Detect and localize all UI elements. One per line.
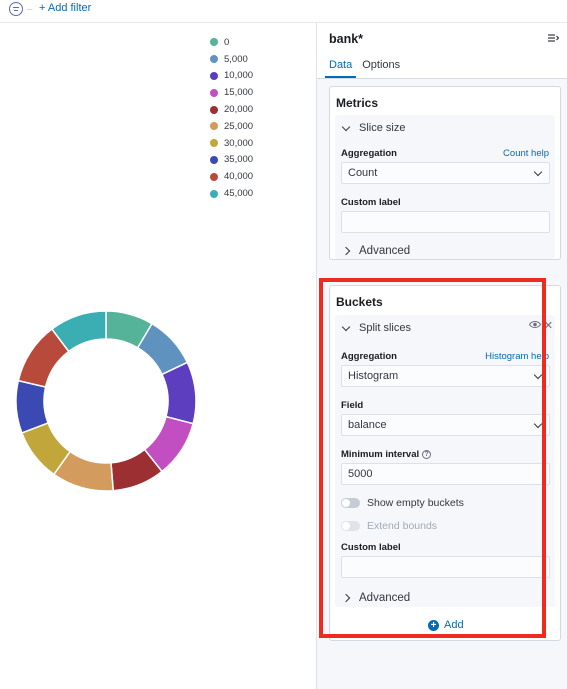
legend-item[interactable]: 45,000 xyxy=(210,185,253,202)
advanced-label: Advanced xyxy=(359,592,411,604)
legend-label: 30,000 xyxy=(224,137,254,149)
chevron-down-icon xyxy=(533,167,543,177)
legend-label: 5,000 xyxy=(224,53,248,65)
custom-label-label: Custom label xyxy=(341,197,401,208)
legend-item[interactable]: 20,000 xyxy=(210,101,253,118)
legend-item[interactable]: 5,000 xyxy=(210,51,253,68)
donut-slice-35000[interactable] xyxy=(15,379,49,434)
visualization-area: 0 5,000 10,000 15,000 20,000 25,000 30,000 35,0… xyxy=(0,23,316,689)
advanced-toggle[interactable]: Advanced xyxy=(341,592,411,604)
legend-color-dot xyxy=(210,122,218,131)
legend-color-dot xyxy=(210,189,218,198)
legend-color-dot xyxy=(210,38,218,47)
legend-label: 20,000 xyxy=(224,104,254,116)
chevron-down-icon xyxy=(341,322,351,331)
split-slices-title: Split slices xyxy=(359,322,411,334)
index-pattern-title: bank* xyxy=(329,32,364,46)
slice-size-title: Slice size xyxy=(359,122,406,134)
filter-bar: – + Add filter xyxy=(0,0,567,22)
count-help-link[interactable]: Count help xyxy=(503,148,549,159)
add-button[interactable]: + Add xyxy=(428,619,464,631)
slice-size-toggle[interactable]: Slice size xyxy=(341,122,406,134)
tab-options[interactable]: Options xyxy=(358,57,404,78)
donut-slice-10000[interactable] xyxy=(161,361,197,425)
legend-color-dot xyxy=(210,105,218,114)
legend-color-dot xyxy=(210,172,218,181)
advanced-label: Advanced xyxy=(359,245,411,257)
filter-separator: – xyxy=(27,4,33,15)
slice-size-agg: Slice size Aggregation Count help Count … xyxy=(335,115,555,259)
show-empty-buckets-toggle[interactable]: Show empty buckets xyxy=(341,497,464,509)
min-interval-text: Minimum interval xyxy=(341,449,420,460)
show-empty-buckets-label: Show empty buckets xyxy=(367,497,464,509)
tabs-underline xyxy=(317,78,567,79)
donut-chart xyxy=(15,310,197,492)
legend-label: 0 xyxy=(224,36,230,48)
plus-circle-icon: + xyxy=(428,619,439,631)
eye-icon[interactable] xyxy=(529,320,541,329)
metrics-panel: Metrics Slice size Aggregation Count hel… xyxy=(329,86,561,260)
chevron-down-icon xyxy=(341,122,351,131)
aggregation-value: Histogram xyxy=(348,370,399,382)
aggregation-select[interactable]: Count xyxy=(341,162,550,184)
legend-color-dot xyxy=(210,139,218,148)
legend-color-dot xyxy=(210,55,218,64)
chevron-down-icon xyxy=(533,419,543,429)
custom-label-input[interactable] xyxy=(341,211,550,233)
filter-icon[interactable] xyxy=(9,2,23,16)
legend-color-dot xyxy=(210,88,218,97)
close-icon[interactable]: ✕ xyxy=(544,319,553,332)
switch-icon xyxy=(341,498,360,508)
legend-item[interactable]: 40,000 xyxy=(210,168,253,185)
chevron-right-icon xyxy=(341,246,351,256)
custom-label-input[interactable] xyxy=(341,556,550,578)
legend-item[interactable]: 35,000 xyxy=(210,152,253,169)
legend-label: 45,000 xyxy=(224,188,254,200)
legend-color-dot xyxy=(210,71,218,80)
chart-legend: 0 5,000 10,000 15,000 20,000 25,000 30,000 35,0… xyxy=(210,34,253,202)
histogram-help-link[interactable]: Histogram help xyxy=(485,351,549,362)
legend-label: 40,000 xyxy=(224,171,254,183)
buckets-panel: Buckets Split slices ✕ Aggregation Histo… xyxy=(329,285,561,641)
sidebar-tabs: Data Options xyxy=(325,57,406,78)
legend-color-dot xyxy=(210,155,218,164)
min-interval-label: Minimum interval? xyxy=(341,449,432,460)
collapse-sidebar-icon[interactable] xyxy=(548,33,559,43)
legend-item[interactable]: 10,000 xyxy=(210,68,253,85)
legend-label: 35,000 xyxy=(224,154,254,166)
field-label: Field xyxy=(341,400,364,411)
split-slices-agg: Split slices ✕ Aggregation Histogram hel… xyxy=(335,315,555,607)
extend-bounds-label: Extend bounds xyxy=(367,520,438,532)
buckets-title: Buckets xyxy=(336,295,383,309)
field-value: balance xyxy=(348,419,387,431)
sidebar-header: bank* Data Options xyxy=(317,23,567,79)
field-select[interactable]: balance xyxy=(341,414,550,436)
legend-label: 25,000 xyxy=(224,120,254,132)
custom-label-label: Custom label xyxy=(341,542,401,553)
aggregation-label: Aggregation xyxy=(341,351,397,362)
switch-icon xyxy=(341,521,360,531)
legend-label: 10,000 xyxy=(224,70,254,82)
chevron-down-icon xyxy=(533,370,543,380)
metrics-title: Metrics xyxy=(336,96,379,110)
legend-item[interactable]: 0 xyxy=(210,34,253,51)
legend-item[interactable]: 15,000 xyxy=(210,84,253,101)
legend-label: 15,000 xyxy=(224,87,254,99)
aggregation-value: Count xyxy=(348,167,378,179)
add-label: Add xyxy=(444,619,464,631)
add-filter-link[interactable]: + Add filter xyxy=(39,2,91,14)
tab-data[interactable]: Data xyxy=(325,57,357,78)
chevron-right-icon xyxy=(341,593,351,603)
advanced-toggle[interactable]: Advanced xyxy=(341,245,411,257)
extend-bounds-toggle[interactable]: Extend bounds xyxy=(341,520,437,532)
question-icon[interactable]: ? xyxy=(422,449,432,459)
editor-sidebar: bank* Data Options Metrics Slice size Ag… xyxy=(317,23,567,689)
split-slices-toggle[interactable]: Split slices xyxy=(341,322,411,334)
legend-item[interactable]: 25,000 xyxy=(210,118,253,135)
aggregation-select[interactable]: Histogram xyxy=(341,365,550,387)
min-interval-input[interactable]: 5000 xyxy=(341,463,550,485)
aggregation-label: Aggregation xyxy=(341,148,397,159)
legend-item[interactable]: 30,000 xyxy=(210,135,253,152)
